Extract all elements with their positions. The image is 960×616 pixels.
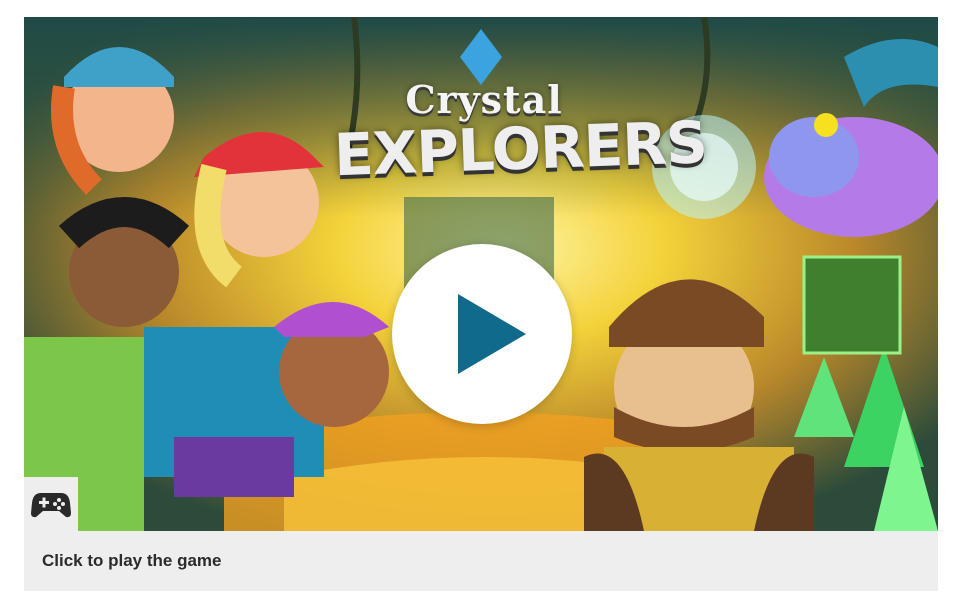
game-logo: Crystal EXPLORERS: [333, 77, 708, 189]
gamepad-icon: [31, 493, 71, 518]
game-caption-text: Click to play the game: [42, 551, 222, 570]
game-caption-bar[interactable]: Click to play the game: [24, 531, 938, 591]
game-type-badge: [24, 477, 78, 531]
play-button[interactable]: [392, 244, 572, 424]
game-cover-image[interactable]: Crystal EXPLORERS: [24, 17, 938, 531]
play-icon: [458, 294, 526, 374]
game-card[interactable]: Crystal EXPLORERS Click to play the game: [24, 17, 938, 591]
game-title-line2: EXPLORERS: [332, 108, 708, 190]
